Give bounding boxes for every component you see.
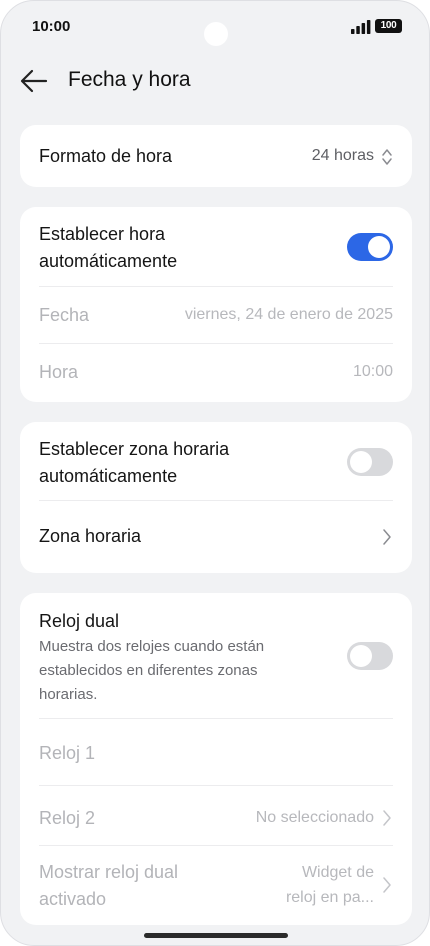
auto-zone-switch[interactable] [347,448,393,476]
date-row: Fecha viernes, 24 de enero de 2025 [20,287,412,344]
clock1-row: Reloj 1 [20,719,412,786]
date-label: Fecha [39,305,90,325]
show-dual-clock-label-line2: activado [39,889,107,909]
up-down-chevron-icon [382,149,392,165]
clock2-value: No seleccionado [255,809,374,826]
clock2-row: Reloj 2 No seleccionado [20,786,412,846]
time-row: Hora 10:00 [20,344,412,402]
date-value: viernes, 24 de enero de 2025 [184,306,393,323]
dual-clock-desc-line1: Muestra dos relojes cuando están [39,638,265,655]
clock1-label: Reloj 1 [39,743,96,763]
auto-time-switch[interactable] [347,233,393,261]
phone-screen: 10:00 100 Fecha y hora Formato de hora 2… [0,0,430,946]
app-header: Fecha y hora [1,53,429,109]
auto-time-card: Establecer hora automáticamente Fecha vi… [20,207,412,402]
status-time: 10:00 [32,18,71,35]
front-camera [204,22,228,46]
clock2-label: Reloj 2 [39,808,96,828]
auto-zone-card: Establecer zona horaria automáticamente … [20,422,412,573]
auto-time-label-line1: Establecer hora [39,224,166,244]
dual-clock-desc-line3: horarias. [39,686,98,703]
time-label: Hora [39,362,79,382]
dual-clock-card: Reloj dual Muestra dos relojes cuando es… [20,593,412,925]
auto-zone-label-line1: Establecer zona horaria [39,439,230,459]
page-title: Fecha y hora [68,68,191,91]
auto-time-label-line2: automáticamente [39,251,178,271]
signal-icon [351,20,371,34]
chevron-right-icon [383,810,391,826]
time-zone-label: Zona horaria [39,526,142,546]
switch-knob [368,236,390,258]
time-format-label: Formato de hora [39,146,173,166]
time-value: 10:00 [352,363,393,380]
time-format-value: 24 horas [311,147,374,164]
status-bar: 10:00 100 [1,1,429,53]
auto-zone-label-line2: automáticamente [39,466,178,486]
dual-clock-switch[interactable] [347,642,393,670]
show-dual-clock-value-line1: Widget de [301,864,374,881]
show-dual-clock-value-line2: reloj en pa... [285,889,374,906]
time-format-card: Formato de hora 24 horas [20,125,412,187]
time-format-row[interactable]: Formato de hora 24 horas [20,125,412,187]
auto-time-row[interactable]: Establecer hora automáticamente [20,207,412,287]
switch-knob [350,451,372,473]
auto-zone-row[interactable]: Establecer zona horaria automáticamente [20,422,412,501]
dual-clock-desc-line2: establecidos en diferentes zonas [39,662,258,679]
battery-icon: 100 [375,19,402,33]
show-dual-clock-row: Mostrar reloj dual activado Widget de re… [20,846,412,925]
battery-level: 100 [380,20,397,31]
switch-knob [350,645,372,667]
home-indicator[interactable] [144,933,288,938]
dual-clock-label: Reloj dual [39,611,120,631]
back-arrow-icon[interactable] [19,67,49,95]
chevron-right-icon [383,529,391,545]
time-zone-row[interactable]: Zona horaria [20,501,412,573]
chevron-right-icon [383,877,391,893]
show-dual-clock-label-line1: Mostrar reloj dual [39,862,179,882]
dual-clock-row[interactable]: Reloj dual Muestra dos relojes cuando es… [20,593,412,718]
